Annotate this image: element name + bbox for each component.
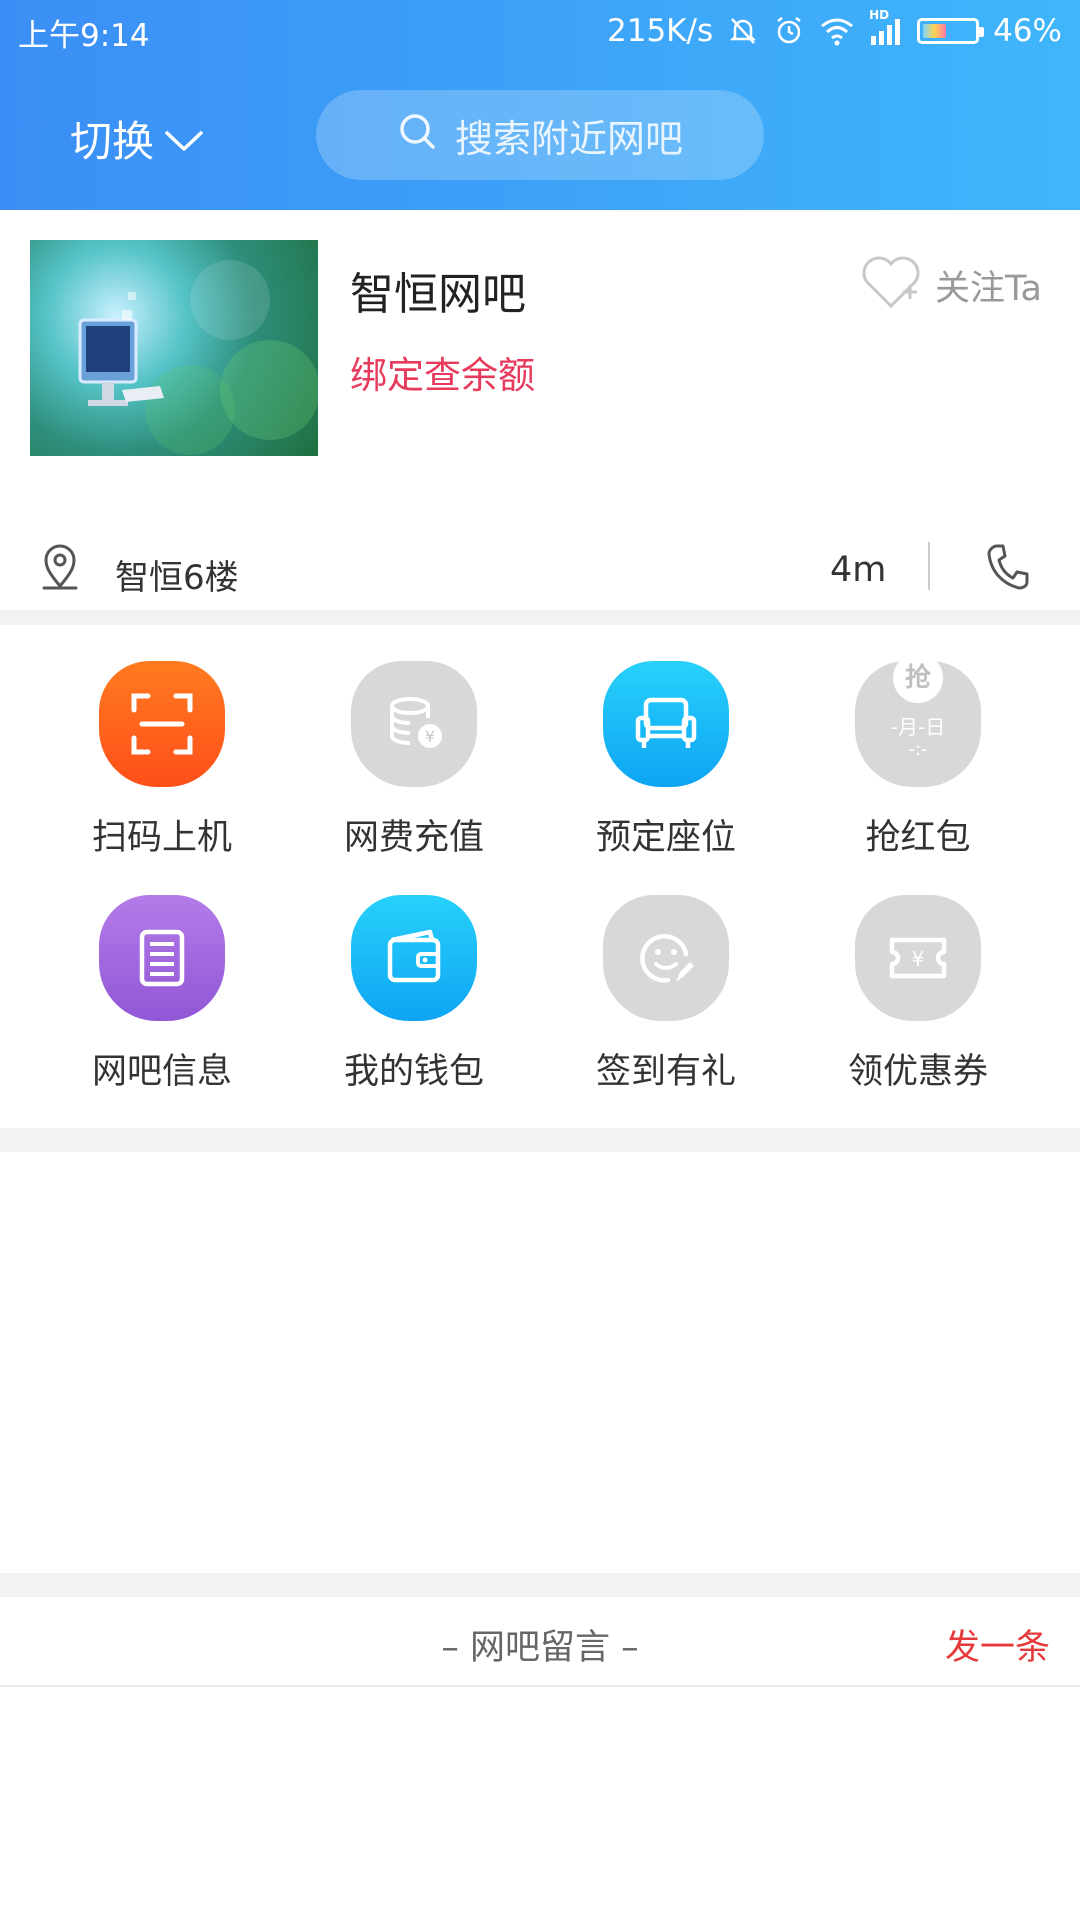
section-separator <box>0 1573 1080 1597</box>
signal-icon: HD <box>869 8 903 46</box>
address-row: 智恒6楼 4m <box>0 530 1080 610</box>
network-type: HD <box>869 8 890 22</box>
divider <box>928 542 930 590</box>
red-packet-time: -:- <box>908 739 928 760</box>
follow-label: 关注Ta <box>934 269 1042 309</box>
feature-scan[interactable]: 扫码上机 <box>36 661 288 860</box>
battery-icon <box>917 18 985 44</box>
feature-label: 网费充值 <box>343 818 484 858</box>
seat-icon <box>603 661 729 787</box>
app-header: 上午9:14 215K/s HD 46% 切换 搜索附近网吧 <box>0 0 1080 210</box>
search-input[interactable]: 搜索附近网吧 <box>316 90 764 180</box>
feature-label: 扫码上机 <box>91 818 232 858</box>
shop-card: 智恒网吧 绑定查余额 关注Ta 智恒6楼 4m <box>0 210 1080 610</box>
computer-illustration <box>78 260 318 455</box>
heart-plus-icon <box>859 252 923 319</box>
switch-label: 切换 <box>70 117 155 166</box>
phone-icon[interactable] <box>985 542 1029 596</box>
feature-label: 预定座位 <box>595 818 736 858</box>
coin-stack-icon: ¥ <box>351 661 477 787</box>
svg-text:¥: ¥ <box>912 947 925 971</box>
red-packet-icon: 抢 -月-日 -:- <box>855 653 981 787</box>
feature-label: 签到有礼 <box>595 1052 736 1092</box>
feature-checkin[interactable]: 签到有礼 <box>540 895 792 1094</box>
red-packet-date: -月-日 <box>890 715 946 739</box>
status-time: 上午9:14 <box>18 18 150 54</box>
search-placeholder: 搜索附近网吧 <box>454 116 683 161</box>
mute-icon <box>727 15 759 47</box>
message-board-header: – 网吧留言 – 发一条 <box>0 1597 1080 1687</box>
section-separator <box>0 1128 1080 1152</box>
scan-icon <box>99 661 225 787</box>
status-bar: 上午9:14 215K/s HD 46% <box>0 0 1080 62</box>
feature-shop-info[interactable]: 网吧信息 <box>36 895 288 1094</box>
feature-recharge[interactable]: ¥ 网费充值 <box>288 661 540 860</box>
feature-label: 我的钱包 <box>343 1052 484 1092</box>
coupon-icon: ¥ <box>855 895 981 1021</box>
feature-grid: 扫码上机 ¥ 网费充值 预定座位 抢 -月-日 -:- 抢红包 网吧信息 我的钱… <box>0 625 1080 1125</box>
section-separator <box>0 610 1080 625</box>
shop-name: 智恒网吧 <box>350 269 526 320</box>
switch-button[interactable]: 切换 <box>70 108 204 169</box>
chevron-down-icon <box>164 114 204 163</box>
shop-thumbnail[interactable] <box>30 240 318 456</box>
wallet-icon <box>351 895 477 1021</box>
grab-badge: 抢 <box>893 653 943 703</box>
battery-percent: 46% <box>993 13 1062 49</box>
smile-pen-icon <box>603 895 729 1021</box>
message-board-title: – 网吧留言 – <box>441 1628 639 1668</box>
svg-text:¥: ¥ <box>425 727 435 746</box>
alarm-icon <box>773 15 805 47</box>
post-message-button[interactable]: 发一条 <box>945 1619 1050 1670</box>
bind-balance-link[interactable]: 绑定查余额 <box>350 345 535 399</box>
feature-label: 领优惠券 <box>847 1052 988 1092</box>
feature-label: 抢红包 <box>865 818 971 858</box>
shop-distance: 4m <box>830 550 887 590</box>
feature-reserve-seat[interactable]: 预定座位 <box>540 661 792 860</box>
network-speed: 215K/s <box>607 13 714 49</box>
feature-coupon[interactable]: ¥ 领优惠券 <box>792 895 1044 1094</box>
status-right: 215K/s HD 46% <box>607 8 1062 54</box>
feature-red-packet[interactable]: 抢 -月-日 -:- 抢红包 <box>792 653 1044 860</box>
feature-label: 网吧信息 <box>91 1052 232 1092</box>
shop-address: 智恒6楼 <box>115 558 239 598</box>
document-list-icon <box>99 895 225 1021</box>
follow-button[interactable]: 关注Ta <box>859 252 1042 319</box>
search-icon <box>397 111 437 160</box>
location-pin-icon <box>38 542 82 596</box>
battery-level-fill <box>923 24 947 38</box>
wifi-icon <box>819 16 855 46</box>
feature-wallet[interactable]: 我的钱包 <box>288 895 540 1094</box>
